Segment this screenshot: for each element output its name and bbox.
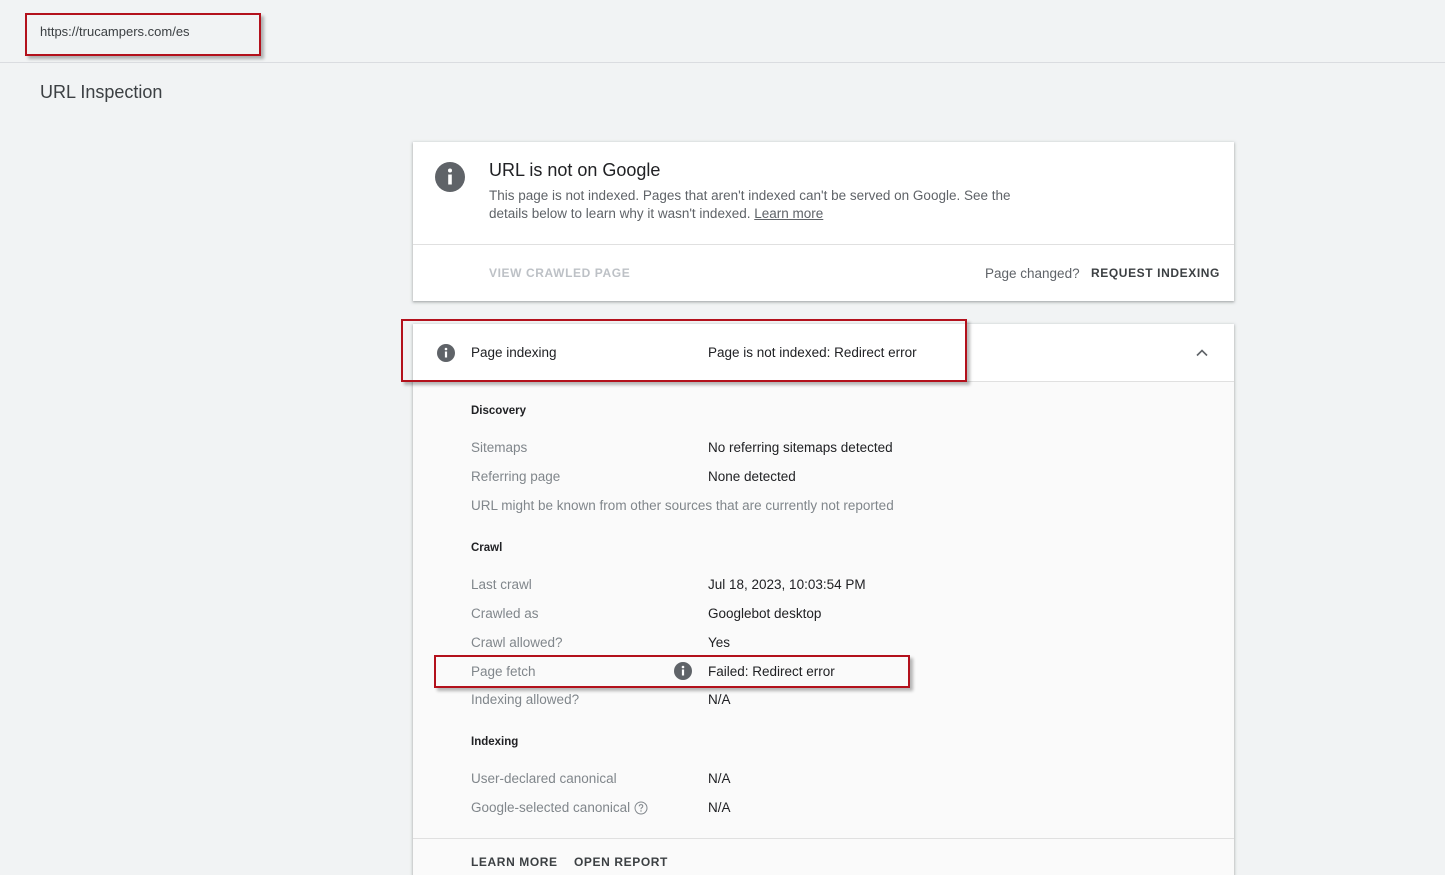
open-report-button[interactable]: OPEN REPORT (574, 855, 668, 869)
page-indexing-label: Page indexing (471, 345, 557, 360)
crawl-allowed-value: Yes (708, 635, 731, 650)
referring-page-value: None detected (708, 469, 796, 484)
referring-page-label: Referring page (471, 469, 561, 484)
indexing-allowed-label: Indexing allowed? (471, 692, 580, 707)
google-canonical-label: Google-selected canonical (471, 800, 648, 815)
info-icon (435, 162, 465, 192)
summary-divider (413, 244, 1234, 245)
google-canonical-value: N/A (708, 800, 731, 815)
sitemaps-label: Sitemaps (471, 440, 528, 455)
page-indexing-status: Page is not indexed: Redirect error (708, 345, 917, 360)
crawl-section-title: Crawl (471, 542, 503, 554)
google-canonical-label-text: Google-selected canonical (471, 800, 631, 815)
last-crawl-value: Jul 18, 2023, 10:03:54 PM (708, 577, 866, 592)
user-canonical-label: User-declared canonical (471, 771, 617, 786)
discovery-section-title: Discovery (471, 405, 526, 417)
view-crawled-page-button[interactable]: VIEW CRAWLED PAGE (489, 266, 630, 280)
page-fetch-value: Failed: Redirect error (708, 664, 835, 679)
indexing-section-title: Indexing (471, 736, 519, 748)
page-changed-label: Page changed? (985, 266, 1080, 281)
request-indexing-button[interactable]: REQUEST INDEXING (1091, 266, 1220, 280)
crawled-as-value: Googlebot desktop (708, 606, 822, 621)
page-indexing-card: Page indexing Page is not indexed: Redir… (413, 324, 1234, 875)
page-indexing-header[interactable]: Page indexing Page is not indexed: Redir… (413, 324, 1234, 382)
help-icon[interactable] (634, 801, 648, 815)
discovery-note: URL might be known from other sources th… (471, 498, 894, 513)
info-icon (437, 344, 455, 362)
crawl-allowed-label: Crawl allowed? (471, 635, 563, 650)
last-crawl-label: Last crawl (471, 577, 532, 592)
indexing-allowed-value: N/A (708, 692, 731, 707)
sitemaps-value: No referring sitemaps detected (708, 440, 893, 455)
page-fetch-label: Page fetch (471, 664, 536, 679)
summary-card: URL is not on Google This page is not in… (413, 142, 1234, 301)
footer-divider (413, 838, 1234, 839)
crawled-as-label: Crawled as (471, 606, 539, 621)
summary-description-text: This page is not indexed. Pages that are… (489, 188, 1011, 221)
learn-more-link[interactable]: Learn more (754, 206, 823, 221)
user-canonical-value: N/A (708, 771, 731, 786)
url-input[interactable]: https://trucampers.com/es (40, 24, 190, 39)
info-icon (674, 662, 692, 680)
top-divider (0, 62, 1445, 63)
learn-more-button[interactable]: LEARN MORE (471, 855, 558, 869)
chevron-up-icon[interactable] (1193, 344, 1211, 362)
summary-heading: URL is not on Google (489, 160, 661, 180)
summary-description: This page is not indexed. Pages that are… (489, 187, 1019, 223)
page-title: URL Inspection (40, 82, 163, 102)
